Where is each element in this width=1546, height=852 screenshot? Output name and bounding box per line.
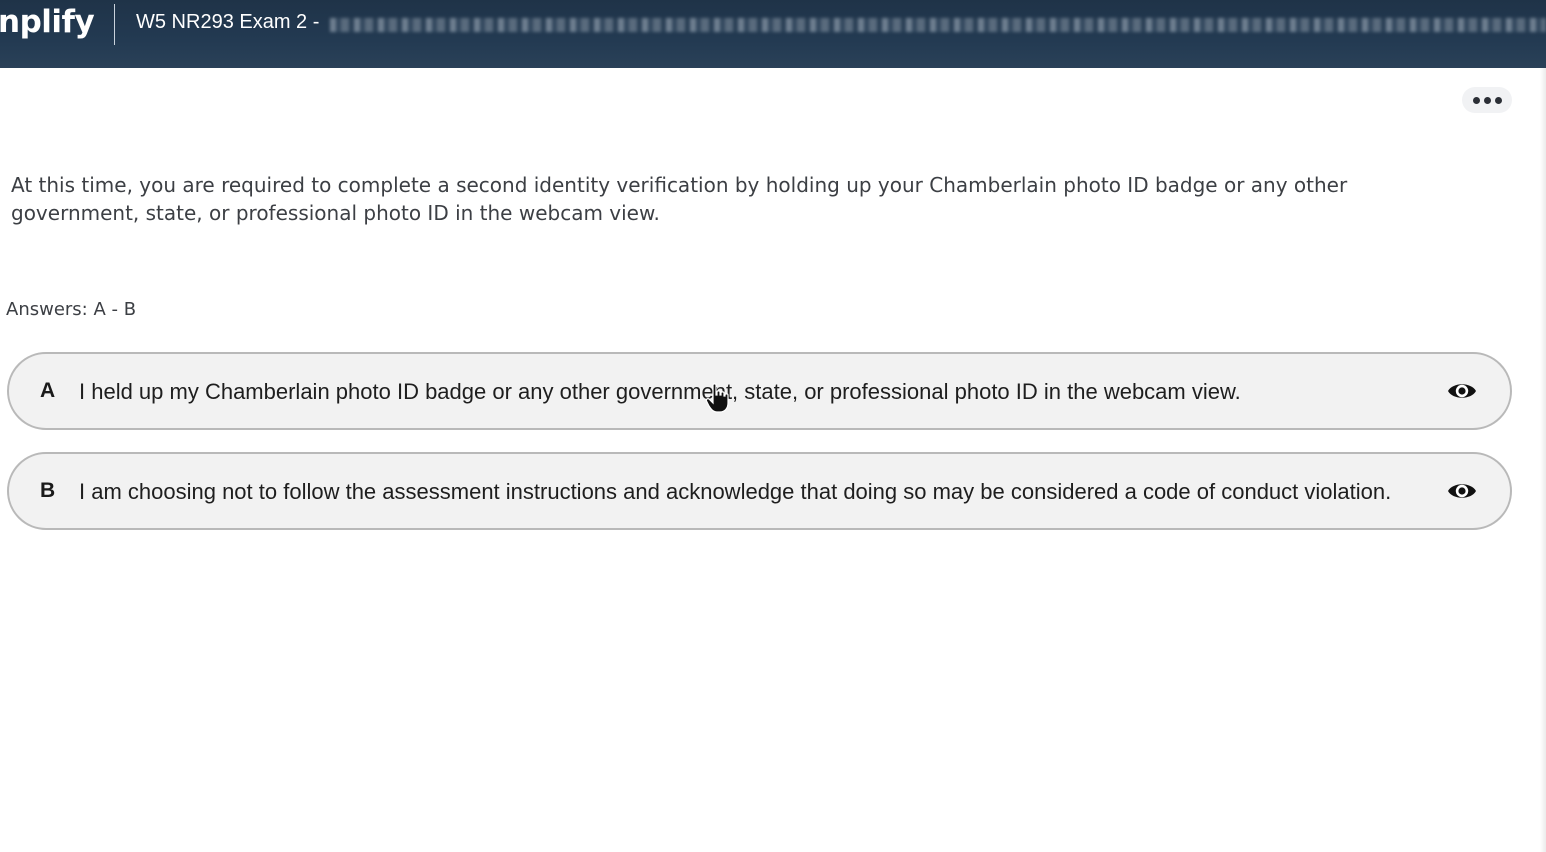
- option-text: I am choosing not to follow the assessme…: [79, 478, 1392, 504]
- eye-icon[interactable]: [1446, 377, 1478, 405]
- more-dot: [1494, 96, 1502, 104]
- redacted-title-area: [330, 18, 1546, 32]
- answer-option-b[interactable]: B I am choosing not to follow the assess…: [7, 452, 1512, 530]
- option-letter: A: [40, 379, 56, 402]
- right-edge-shadow: [1540, 68, 1546, 852]
- question-instructions: At this time, you are required to comple…: [11, 173, 1348, 225]
- hand-cursor-icon: [705, 383, 729, 413]
- eye-icon[interactable]: [1446, 477, 1478, 505]
- more-options-button[interactable]: [1462, 87, 1512, 113]
- more-horizontal-icon: [1472, 96, 1480, 104]
- answer-option-a[interactable]: A I held up my Chamberlain photo ID badg…: [7, 352, 1512, 430]
- header-divider: [114, 4, 115, 45]
- more-dot: [1483, 96, 1491, 104]
- option-text: I held up my Chamberlain photo ID badge …: [79, 378, 1241, 404]
- top-bar: nplify W5 NR293 Exam 2 -: [0, 0, 1546, 68]
- exam-title: W5 NR293 Exam 2 -: [136, 11, 320, 33]
- answers-label: Answers: A - B: [6, 299, 137, 320]
- option-letter: B: [40, 479, 56, 502]
- brand-logo: nplify: [0, 4, 95, 40]
